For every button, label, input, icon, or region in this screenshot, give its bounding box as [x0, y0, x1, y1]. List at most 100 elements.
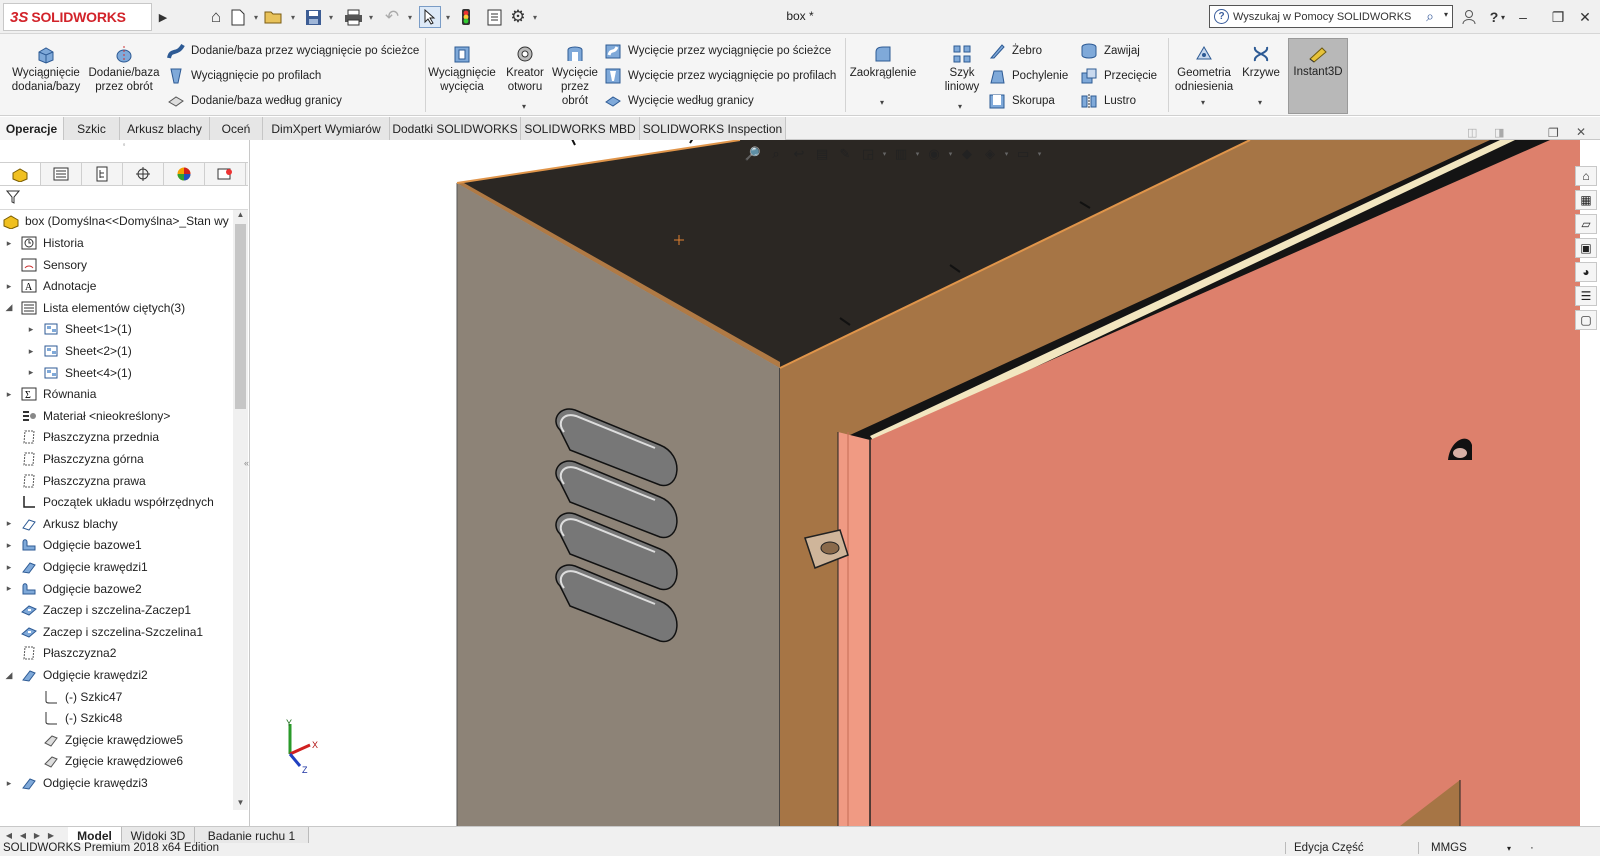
save-dropdown-icon[interactable]: ▾: [327, 6, 335, 28]
expand-arrow-icon[interactable]: ▸: [26, 324, 36, 335]
tree-item[interactable]: Sensory: [4, 254, 87, 276]
panel-collapse-handle-icon[interactable]: «: [244, 458, 249, 468]
tree-item[interactable]: (-) Szkic47: [26, 686, 122, 708]
tree-item[interactable]: ▸ A Adnotacje: [4, 275, 97, 297]
tree-item[interactable]: ▸ Sheet<1>(1): [26, 318, 132, 340]
units-text[interactable]: MMGS: [1418, 842, 1467, 854]
shell-button[interactable]: Skorupa: [988, 92, 1055, 110]
tree-item[interactable]: Zgięcie krawędziowe5: [26, 729, 183, 751]
expand-arrow-icon[interactable]: ▸: [4, 518, 14, 529]
tree-root-part[interactable]: box (Domyślna<<Domyślna>_Stan wy: [2, 210, 229, 232]
hole-wizard-dropdown-icon[interactable]: ▾: [522, 102, 526, 111]
boundary-boss-button[interactable]: Dodanie/baza według granicy: [167, 92, 342, 110]
apply-scene-dropdown-icon[interactable]: ▾: [1003, 145, 1010, 163]
revolve-boss-button[interactable]: Dodanie/baza przez obrót: [88, 44, 160, 94]
select-arrow-icon[interactable]: [419, 6, 441, 28]
search-icon[interactable]: ⌕: [1426, 8, 1434, 25]
hide-show-dropdown-icon[interactable]: ▾: [947, 145, 954, 163]
tab-inspection[interactable]: SOLIDWORKS Inspection: [640, 117, 786, 140]
file-explorer-icon[interactable]: ▱: [1575, 214, 1597, 234]
expand-arrow-icon[interactable]: ▸: [26, 346, 36, 357]
expand-arrow-icon[interactable]: ▸: [4, 778, 14, 789]
view-settings-icon[interactable]: ▭: [1013, 145, 1033, 163]
scrollbar-thumb[interactable]: [235, 224, 246, 409]
tree-item[interactable]: ▸ Odgięcie bazowe1: [4, 534, 142, 556]
tree-item[interactable]: ◢ Odgięcie krawędzi2: [4, 664, 148, 686]
intersect-button[interactable]: Przecięcie: [1080, 67, 1157, 85]
rebuild-traffic-light-icon[interactable]: [458, 6, 474, 28]
home-icon[interactable]: ⌂: [205, 6, 227, 28]
tree-item[interactable]: ▸ Sheet<4>(1): [26, 362, 132, 384]
expand-arrow-icon[interactable]: ▸: [4, 540, 14, 551]
new-dropdown-icon[interactable]: ▾: [252, 6, 260, 28]
model-box-graphic[interactable]: [250, 140, 1580, 826]
custom-properties-icon[interactable]: ☰: [1575, 286, 1597, 306]
displaymanager-tab-icon[interactable]: [164, 163, 205, 185]
curves-button[interactable]: Krzywe: [1240, 44, 1282, 80]
tab-arkusz-blachy[interactable]: Arkusz blachy: [120, 117, 210, 140]
tab-dodatki[interactable]: Dodatki SOLIDWORKS: [390, 117, 521, 140]
prev-tab-icon[interactable]: ◀: [16, 828, 30, 842]
wrap-button[interactable]: Zawijaj: [1080, 42, 1140, 60]
open-folder-icon[interactable]: [263, 6, 285, 28]
filter-icon[interactable]: [5, 190, 21, 207]
last-tab-icon[interactable]: ▶: [44, 828, 58, 842]
tree-item[interactable]: ▸ Sheet<2>(1): [26, 340, 132, 362]
hole-wizard-button[interactable]: Kreator otworu: [501, 44, 549, 94]
curves-dropdown-icon[interactable]: ▾: [1258, 98, 1262, 107]
zoom-to-fit-icon[interactable]: 🔎: [743, 145, 763, 163]
instant3d-button[interactable]: Instant3D: [1288, 38, 1348, 114]
propertymanager-tab-icon[interactable]: [41, 163, 82, 185]
expand-arrow-icon[interactable]: ▸: [4, 389, 14, 400]
tab-ocen[interactable]: Oceń: [210, 117, 263, 140]
status-info-icon[interactable]: ·: [1530, 842, 1534, 854]
file-properties-icon[interactable]: [484, 6, 504, 28]
revolved-cut-button[interactable]: Wycięcie przez obrót: [552, 44, 598, 108]
draft-button[interactable]: Pochylenie: [988, 67, 1068, 85]
panel-grip-icon[interactable]: ◦: [0, 140, 248, 150]
appearances-icon[interactable]: ◕: [1575, 262, 1597, 282]
swept-boss-button[interactable]: Dodanie/baza przez wyciągnięcie po ścież…: [167, 42, 419, 60]
help-dropdown-icon[interactable]: ▾: [1498, 6, 1508, 28]
tree-item[interactable]: Płaszczyzna górna: [4, 448, 144, 470]
tree-item[interactable]: Płaszczyzna2: [4, 642, 116, 664]
tree-item[interactable]: Zaczep i szczelina-Zaczep1: [4, 599, 191, 621]
print-icon[interactable]: [342, 6, 364, 28]
dimxpertmanager-tab-icon[interactable]: [123, 163, 164, 185]
undo-icon[interactable]: ↶: [381, 6, 403, 28]
tile-view-icon[interactable]: ◫: [1467, 126, 1477, 139]
next-tab-icon[interactable]: ▶: [30, 828, 44, 842]
design-library-icon[interactable]: ▦: [1575, 190, 1597, 210]
featuremanager-tab-icon[interactable]: [0, 163, 41, 185]
tree-item[interactable]: ▸ Σ Równania: [4, 383, 97, 405]
first-tab-icon[interactable]: ◀: [2, 828, 16, 842]
tree-item[interactable]: ▸ Odgięcie krawędzi3: [4, 772, 148, 794]
section-view-icon[interactable]: ▤: [812, 145, 832, 163]
tab-dimxpert[interactable]: DimXpert Wymiarów: [263, 117, 390, 140]
hide-show-items-icon[interactable]: ◉: [924, 145, 944, 163]
search-dropdown-icon[interactable]: ▾: [1444, 10, 1448, 19]
view-orientation-icon[interactable]: ◲: [858, 145, 878, 163]
tree-item[interactable]: Zgięcie krawędziowe6: [26, 750, 183, 772]
expand-arrow-icon[interactable]: ▸: [4, 562, 14, 573]
forum-icon[interactable]: ▢: [1575, 310, 1597, 330]
mirror-button[interactable]: Lustro: [1080, 92, 1136, 110]
split-view-icon[interactable]: ◨: [1494, 126, 1504, 139]
tab-szkic[interactable]: Szkic: [64, 117, 120, 140]
help-search-input[interactable]: ? Wyszukaj w Pomocy SOLIDWORKS ⌕ ▾: [1209, 5, 1453, 28]
tab-operacje[interactable]: Operacje: [0, 117, 64, 140]
expand-arrow-icon[interactable]: ◢: [4, 670, 14, 681]
solidworks-resources-icon[interactable]: ⌂: [1575, 166, 1597, 186]
open-dropdown-icon[interactable]: ▾: [289, 6, 297, 28]
tree-item[interactable]: ▸ Arkusz blachy: [4, 513, 118, 535]
tree-item[interactable]: ▸ Odgięcie bazowe2: [4, 578, 142, 600]
scroll-down-icon[interactable]: ▼: [233, 798, 248, 810]
print-dropdown-icon[interactable]: ▾: [367, 6, 375, 28]
view-palette-icon[interactable]: ▣: [1575, 238, 1597, 258]
expand-arrow-icon[interactable]: ▸: [4, 583, 14, 594]
lofted-cut-button[interactable]: Wycięcie przez wyciągnięcie po profilach: [604, 67, 836, 85]
minimize-icon[interactable]: –: [1512, 6, 1534, 28]
tree-item[interactable]: (-) Szkic48: [26, 707, 122, 729]
linear-pattern-dropdown-icon[interactable]: ▾: [958, 102, 962, 111]
tree-item[interactable]: Początek układu współrzędnych: [4, 491, 214, 513]
